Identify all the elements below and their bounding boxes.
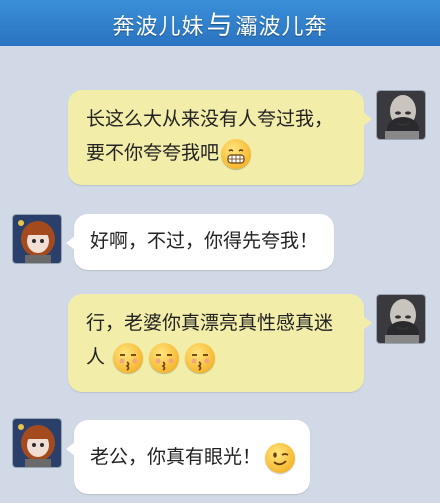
title-right-name: 灞波儿奔 xyxy=(235,14,328,40)
chat-title: 奔波儿妹与灞波儿奔 xyxy=(112,5,327,42)
title-connector: 与 xyxy=(206,10,234,41)
message-bubble-outgoing[interactable]: 长这么大从来没有人夸过我， 要不你夸夸我吧 xyxy=(68,90,372,185)
title-left-name: 奔波儿妹 xyxy=(112,14,205,40)
avatar-bald-man[interactable] xyxy=(376,90,426,140)
message-text-line: 长这么大从来没有人夸过我， xyxy=(86,108,334,130)
message-text-line: 好啊，不过，你得先夸我！ xyxy=(90,230,319,252)
message-text-line: 老公，你真有眼光！ xyxy=(90,440,310,474)
message-bubble-incoming[interactable]: 老公，你真有眼光！ xyxy=(66,420,310,494)
grinning-teeth-emoji-icon xyxy=(221,138,252,169)
chat-header: 奔波儿妹与灞波儿奔 xyxy=(0,0,440,46)
kissing-face-emoji-icon xyxy=(149,342,180,373)
avatar-doll-girl[interactable] xyxy=(12,418,62,468)
kissing-face-emoji-icon xyxy=(113,342,144,373)
message-text-line: 行，老婆你真漂亮真性感真迷 xyxy=(86,312,334,334)
message-bubble-incoming[interactable]: 好啊，不过，你得先夸我！ xyxy=(66,214,334,270)
message-bubble-outgoing[interactable]: 行，老婆你真漂亮真性感真迷 人 xyxy=(68,294,372,392)
message-text-line: 要不你夸夸我吧 xyxy=(86,136,350,170)
message-text-line: 人 xyxy=(86,340,350,374)
kissing-face-emoji-icon xyxy=(185,342,216,373)
avatar-bald-man[interactable] xyxy=(376,294,426,344)
avatar-doll-girl[interactable] xyxy=(12,214,62,264)
winking-face-emoji-icon xyxy=(265,442,296,473)
